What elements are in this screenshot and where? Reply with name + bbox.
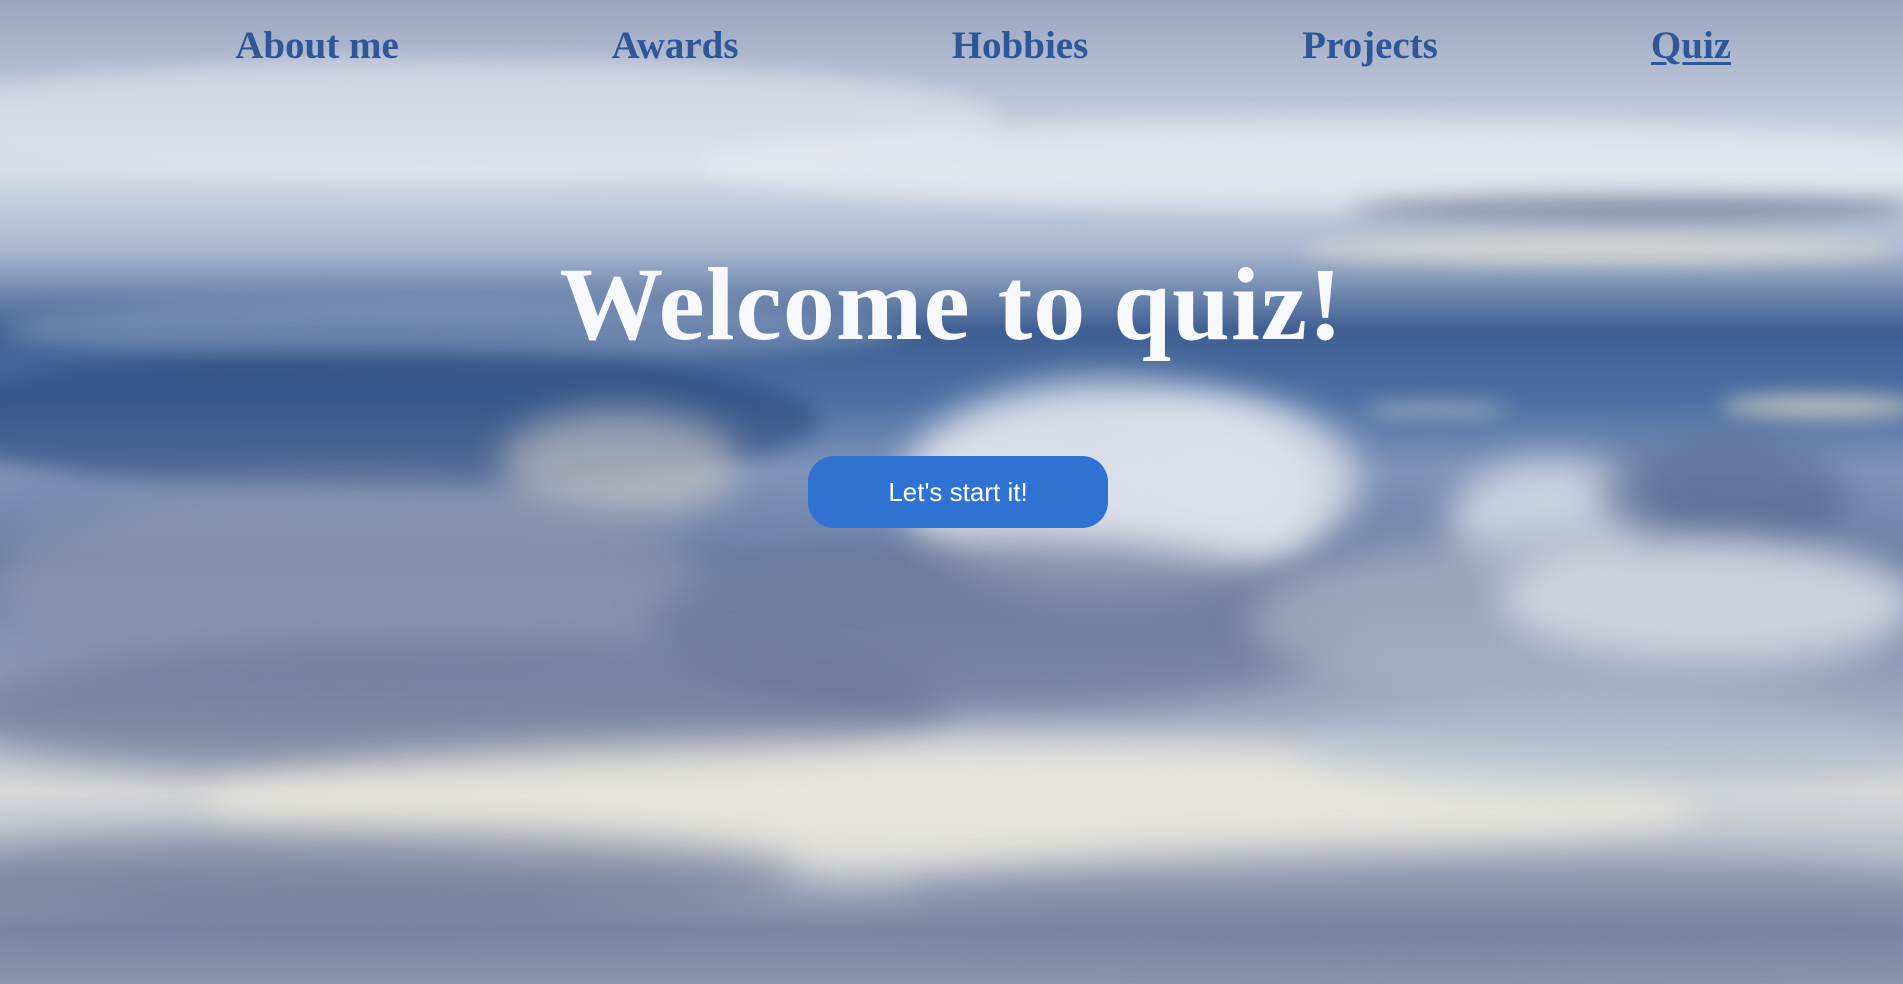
nav-link-hobbies[interactable]: Hobbies xyxy=(952,18,1089,74)
main-navigation: About me Awards Hobbies Projects Quiz xyxy=(0,18,1903,78)
page-title: Welcome to quiz! xyxy=(559,247,1344,362)
nav-link-about-me[interactable]: About me xyxy=(235,18,399,74)
nav-link-awards[interactable]: Awards xyxy=(611,18,738,74)
nav-link-projects[interactable]: Projects xyxy=(1302,18,1438,74)
start-quiz-button[interactable]: Let's start it! xyxy=(808,456,1108,528)
nav-link-quiz[interactable]: Quiz xyxy=(1651,18,1731,74)
